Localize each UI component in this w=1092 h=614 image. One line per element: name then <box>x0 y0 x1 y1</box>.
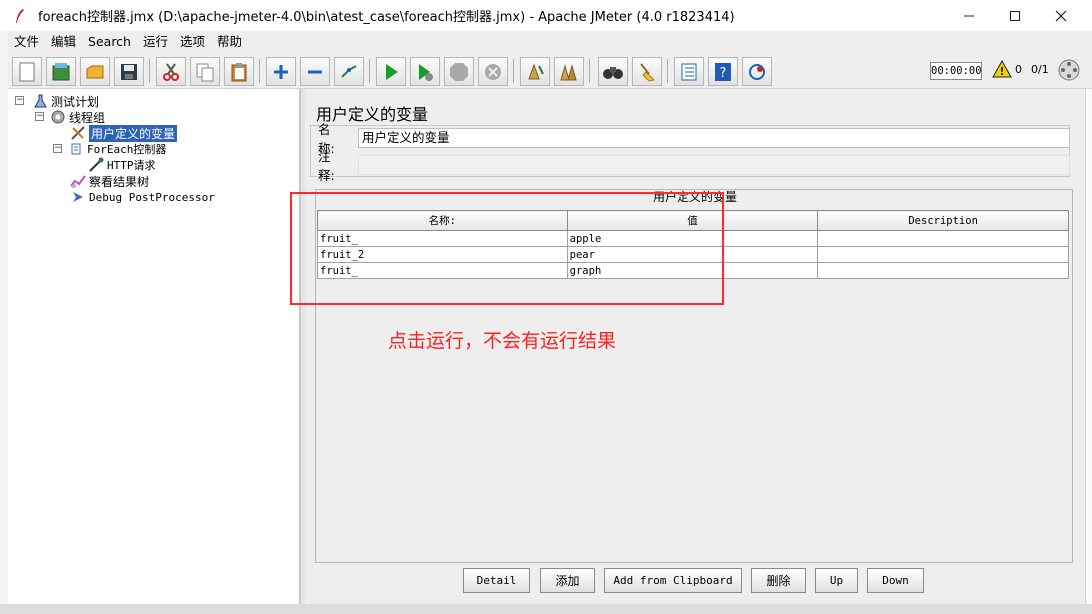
menu-options[interactable]: 选项 <box>174 31 211 53</box>
maximize-icon[interactable] <box>992 0 1038 31</box>
listener-graph-icon <box>70 173 86 189</box>
tree-node-test-plan[interactable]: 测试计划 <box>32 93 99 109</box>
svg-text:?: ? <box>720 66 727 81</box>
up-button[interactable]: Up <box>815 568 858 593</box>
comment-label: 注释: <box>318 149 335 183</box>
variable-description-cell[interactable] <box>817 262 1069 279</box>
background-window-edge-right <box>1085 89 1092 614</box>
variable-description-cell[interactable] <box>817 246 1069 263</box>
name-field[interactable]: 用户定义的变量 <box>358 128 1070 148</box>
tree-node-label: 测试计划 <box>51 94 100 109</box>
tree-node-label: ForEach控制器 <box>87 143 167 156</box>
taskbar-strip <box>0 604 1092 614</box>
jmeter-window: foreach控制器.jmx (D:\apache-jmeter-4.0\bin… <box>0 0 1092 614</box>
window-title: foreach控制器.jmx (D:\apache-jmeter-4.0\bin… <box>38 10 735 25</box>
detail-button[interactable]: Detail <box>463 568 530 593</box>
menu-file[interactable]: 文件 <box>8 31 45 53</box>
save-icon[interactable] <box>114 57 144 86</box>
pipette-icon <box>88 157 104 173</box>
reset-search-icon[interactable] <box>632 57 662 86</box>
tree-node-label: 线程组 <box>69 110 106 125</box>
jmeter-feather-icon <box>14 8 30 24</box>
postprocessor-arrow-icon <box>70 189 86 205</box>
shutdown-icon[interactable] <box>478 57 508 86</box>
test-plan-icon <box>32 93 48 109</box>
menu-help[interactable]: 帮助 <box>211 31 248 53</box>
menu-bar: 文件 编辑 Search 运行 选项 帮助 <box>8 31 1092 53</box>
elapsed-timer: 00:00:00 <box>930 62 982 80</box>
menu-run[interactable]: 运行 <box>137 31 174 53</box>
add-from-clipboard-button[interactable]: Add from Clipboard <box>604 568 742 593</box>
status-indicator-icon <box>1058 59 1080 84</box>
function-helper-icon[interactable] <box>674 57 704 86</box>
tree-node-label: 察看结果树 <box>89 174 150 189</box>
comment-field[interactable] <box>358 155 1070 175</box>
tree-node-view-results-tree[interactable]: 察看结果树 <box>70 173 149 189</box>
collapse-toggle-thread-group[interactable]: − <box>35 112 44 121</box>
templates-icon[interactable] <box>46 57 76 86</box>
add-button[interactable]: 添加 <box>540 568 595 593</box>
tree-node-user-defined-variables[interactable]: 用户定义的变量 <box>70 124 178 142</box>
annotation-highlight-box <box>290 192 724 305</box>
name-row: 名称: 用户定义的变量 <box>310 122 1070 156</box>
comment-row: 注释: <box>310 149 1070 183</box>
stop-icon[interactable] <box>444 57 474 86</box>
toolbar: ? 00:00:00 ! 0 0/1 <box>8 53 1092 89</box>
copy-icon[interactable] <box>190 57 220 86</box>
open-icon[interactable] <box>80 57 110 86</box>
clear-all-icon[interactable] <box>554 57 584 86</box>
new-icon[interactable] <box>12 57 42 86</box>
remote-icon[interactable] <box>742 57 772 86</box>
expand-icon[interactable] <box>266 57 296 86</box>
start-no-pause-icon[interactable] <box>410 57 440 86</box>
tree-node-http-request[interactable]: HTTP请求 <box>88 157 156 173</box>
down-button[interactable]: Down <box>867 568 924 593</box>
column-header-description[interactable]: Description <box>817 210 1069 231</box>
test-plan-tree: − 测试计划 − 线程组 用户定义的变量 − ForEach控制器 HTTP请求… <box>8 89 300 604</box>
active-thread-count: 0/1 <box>1031 63 1049 76</box>
minimize-icon[interactable] <box>946 0 992 31</box>
gear-icon <box>50 109 66 125</box>
warning-icon[interactable]: ! <box>992 59 1012 81</box>
tree-node-label: 用户定义的变量 <box>89 124 178 142</box>
delete-button[interactable]: 删除 <box>751 568 806 593</box>
collapse-icon[interactable] <box>300 57 330 86</box>
tree-node-thread-group[interactable]: 线程组 <box>50 109 105 125</box>
tree-node-label: Debug PostProcessor <box>89 190 215 204</box>
menu-edit[interactable]: 编辑 <box>45 31 82 53</box>
wrench-icon <box>70 125 86 141</box>
paste-icon[interactable] <box>224 57 254 86</box>
search-icon[interactable] <box>598 57 628 86</box>
collapse-toggle-test-plan[interactable]: − <box>15 96 24 105</box>
title-bar: foreach控制器.jmx (D:\apache-jmeter-4.0\bin… <box>0 0 1092 31</box>
clear-icon[interactable] <box>520 57 550 86</box>
warning-count: 0 <box>1015 63 1022 76</box>
close-icon[interactable] <box>1038 0 1084 31</box>
tree-node-debug-postprocessor[interactable]: Debug PostProcessor <box>70 189 215 205</box>
tree-node-foreach-controller[interactable]: ForEach控制器 <box>68 141 166 157</box>
cut-icon[interactable] <box>156 57 186 86</box>
controller-icon <box>68 141 84 157</box>
toggle-icon[interactable] <box>334 57 364 86</box>
svg-text:!: ! <box>999 65 1004 78</box>
menu-search[interactable]: Search <box>82 31 137 53</box>
background-window-edge <box>0 31 8 614</box>
variable-description-cell[interactable] <box>817 230 1069 247</box>
tree-node-label: HTTP请求 <box>107 159 156 172</box>
collapse-toggle-foreach[interactable]: − <box>53 144 62 153</box>
annotation-text: 点击运行，不会有运行结果 <box>388 330 617 352</box>
start-icon[interactable] <box>376 57 406 86</box>
help-icon[interactable]: ? <box>708 57 738 86</box>
